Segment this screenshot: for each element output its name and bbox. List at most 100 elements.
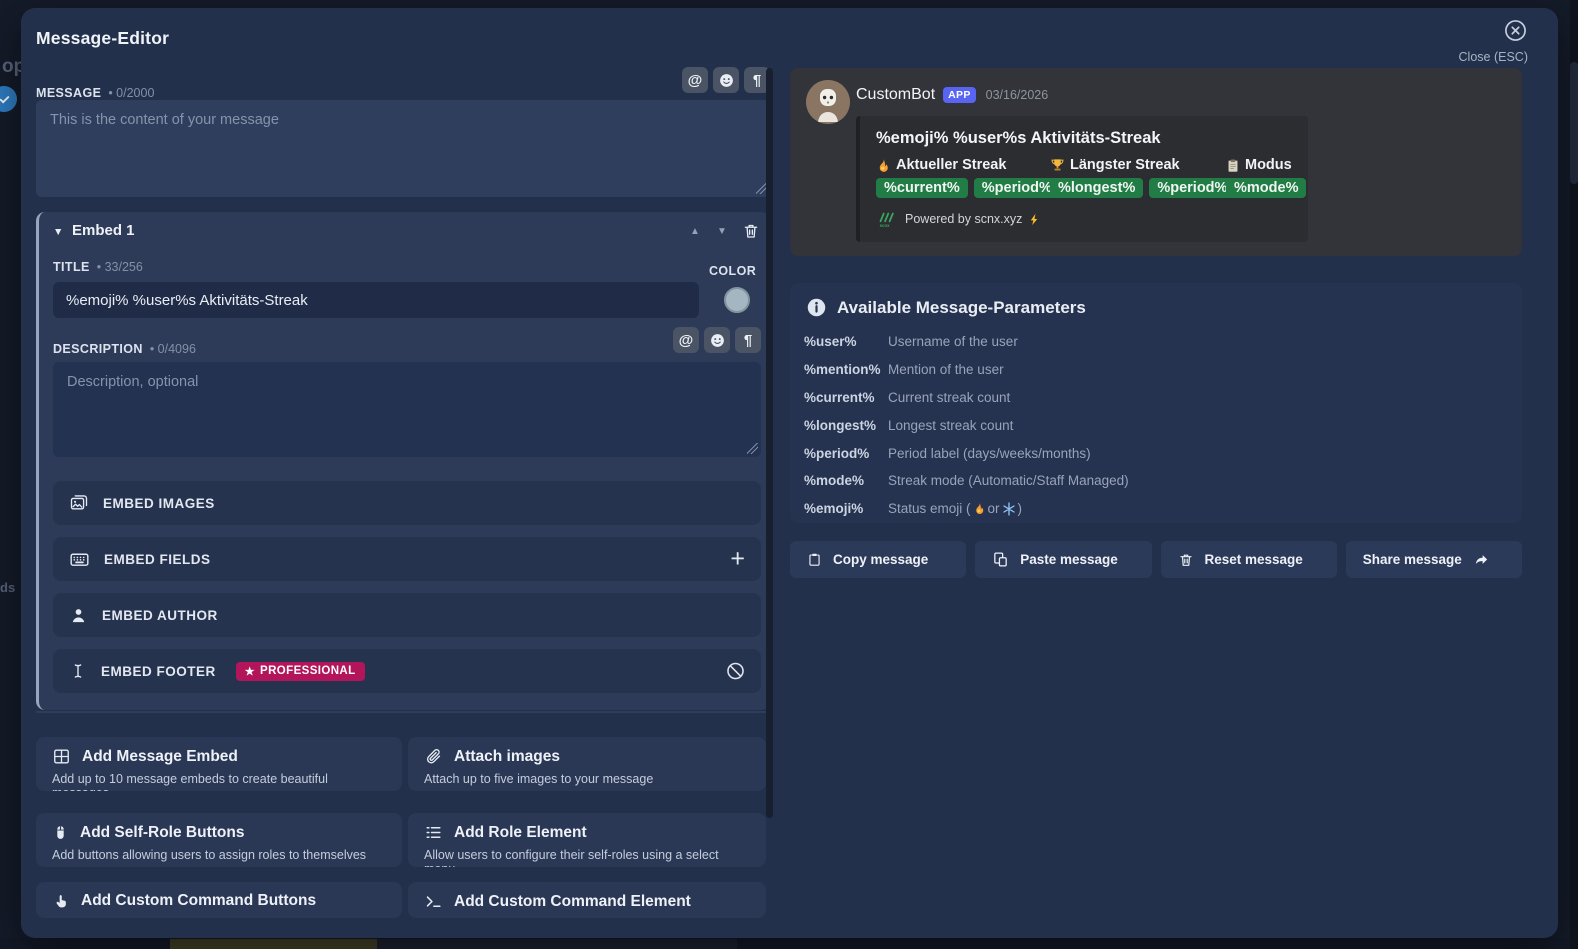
parameter-desc-text: Status emoji ( [888, 501, 971, 516]
card-desc: Attach up to five images to your message [424, 772, 750, 786]
parameter-name: %current% [804, 390, 888, 405]
parameter-row: %current% Current streak count [804, 384, 1508, 412]
parameter-name: %longest% [804, 418, 888, 433]
close-icon[interactable] [1503, 18, 1528, 43]
paperclip-icon [424, 747, 443, 766]
collapse-caret-icon[interactable]: ▼ [53, 226, 63, 238]
mention-button[interactable]: @ [673, 327, 699, 353]
info-icon [806, 297, 827, 318]
parameters-list: %user% Username of the user %mention% Me… [804, 328, 1508, 523]
parameter-name: %mention% [804, 362, 888, 377]
embed-section-author[interactable]: EMBED AUTHOR [53, 593, 761, 637]
emoji-picker-button[interactable] [704, 327, 730, 353]
robot-avatar-image [806, 80, 850, 124]
embed-header[interactable]: Embed 1 [72, 222, 135, 239]
title-counter: • 33/256 [97, 260, 143, 274]
parameter-row: %mode% Streak mode (Automatic/Staff Mana… [804, 467, 1508, 495]
parameter-desc: Current streak count [888, 390, 1010, 405]
attach-images-card[interactable]: Attach images Attach up to five images t… [408, 737, 766, 791]
add-message-embed-card[interactable]: Add Message Embed Add up to 10 message e… [36, 737, 402, 791]
copy-message-button[interactable]: Copy message [790, 541, 966, 578]
mention-button[interactable]: @ [682, 67, 708, 93]
modal-title: Message-Editor [36, 28, 169, 49]
field-name: Aktueller Streak [896, 157, 1006, 173]
move-embed-down-icon[interactable]: ▼ [717, 226, 727, 237]
resize-handle[interactable] [747, 443, 758, 454]
param-chip: %current% [876, 178, 968, 198]
embed-section-images[interactable]: EMBED IMAGES [53, 481, 761, 525]
embed-field: Modus %mode% [1226, 157, 1306, 198]
embed-field: Längster Streak %longest% %period% [1050, 157, 1226, 198]
verified-check-badge [0, 86, 17, 112]
parameter-row: %period% Period label (days/weeks/months… [804, 439, 1508, 467]
pilcrow-icon: ¶ [744, 332, 752, 349]
app-badge: APP [943, 87, 976, 103]
background-partial-text-2: ds [0, 580, 15, 595]
block-icon[interactable] [725, 661, 746, 682]
trash-icon [1178, 552, 1194, 568]
embed-preview-title: %emoji% %user%s Aktivitäts-Streak [876, 129, 1292, 148]
embed-section-footer[interactable]: EMBED FOOTER ★ PROFESSIONAL [53, 649, 761, 693]
preview-embed: %emoji% %user%s Aktivitäts-Streak Aktuel… [856, 116, 1308, 242]
card-title: Add Custom Command Element [454, 893, 691, 911]
emoji-picker-button[interactable] [713, 67, 739, 93]
add-field-icon[interactable]: + [730, 547, 745, 572]
images-icon [69, 493, 89, 513]
move-embed-up-icon[interactable]: ▲ [690, 226, 700, 237]
card-desc: Allow users to configure their self-role… [424, 848, 750, 867]
add-role-element-card[interactable]: Add Role Element Allow users to configur… [408, 813, 766, 867]
parameters-title: Available Message-Parameters [837, 298, 1086, 318]
card-desc: Add buttons allowing users to assign rol… [52, 848, 386, 862]
parameter-row: %longest% Longest streak count [804, 411, 1508, 439]
embed-description-input[interactable] [53, 362, 761, 457]
reset-message-button[interactable]: Reset message [1161, 541, 1337, 578]
param-chip: %period% [1149, 178, 1235, 198]
mouse-icon [52, 823, 69, 842]
copy-icon [807, 551, 822, 568]
professional-badge-label: PROFESSIONAL [260, 665, 356, 677]
field-name: Modus [1245, 157, 1292, 173]
parameter-row: %emoji% Status emoji ( or ) [804, 495, 1508, 523]
message-input[interactable] [36, 100, 770, 197]
message-preview-panel: CustomBot APP 03/16/2026 %emoji% %user%s… [790, 68, 1522, 256]
add-custom-command-element-card[interactable]: Add Custom Command Element [408, 882, 766, 918]
embed-field: Aktueller Streak %current% %period% [876, 157, 1050, 198]
grid-icon [52, 747, 71, 766]
page-scrollbar-thumb[interactable] [1570, 62, 1578, 184]
share-message-button[interactable]: Share message [1346, 541, 1522, 578]
fire-icon [973, 502, 986, 515]
param-chip: %mode% [1226, 178, 1306, 198]
close-button[interactable]: Close (ESC) [1459, 18, 1528, 64]
card-title: Add Role Element [454, 824, 587, 842]
add-custom-command-buttons-card[interactable]: Add Custom Command Buttons [36, 882, 402, 918]
footer-icon [69, 661, 87, 681]
title-label: TITLE [53, 260, 90, 274]
bot-name: CustomBot [856, 86, 935, 104]
parameter-row: %mention% Mention of the user [804, 356, 1508, 384]
parameter-desc-text: or [988, 501, 1000, 516]
parameters-panel: Available Message-Parameters %user% User… [790, 283, 1522, 523]
embed-title-input[interactable] [53, 282, 699, 318]
share-icon [1473, 552, 1490, 567]
close-label[interactable]: Close (ESC) [1459, 50, 1528, 64]
message-label: MESSAGE [36, 86, 101, 100]
editor-scrollbar[interactable] [766, 68, 773, 818]
trophy-icon [1050, 158, 1065, 173]
at-icon: @ [679, 332, 694, 349]
embed-color-swatch[interactable] [724, 287, 750, 313]
card-title: Attach images [454, 748, 560, 766]
embed-section-fields[interactable]: EMBED FIELDS + [53, 537, 761, 581]
delete-embed-icon[interactable] [742, 222, 760, 240]
add-self-role-buttons-card[interactable]: Add Self-Role Buttons Add buttons allowi… [36, 813, 402, 867]
description-label: DESCRIPTION [53, 342, 143, 356]
action-label: Paste message [1020, 552, 1118, 567]
param-chip: %longest% [1050, 178, 1143, 198]
parameter-row: %user% Username of the user [804, 328, 1508, 356]
paste-message-button[interactable]: Paste message [975, 541, 1151, 578]
svg-text:scnx: scnx [880, 223, 891, 228]
parameter-name: %user% [804, 334, 888, 349]
formatting-button[interactable]: ¶ [735, 327, 761, 353]
color-label: COLOR [709, 264, 756, 278]
parameter-name: %emoji% [804, 501, 888, 516]
fields-icon [69, 549, 90, 570]
